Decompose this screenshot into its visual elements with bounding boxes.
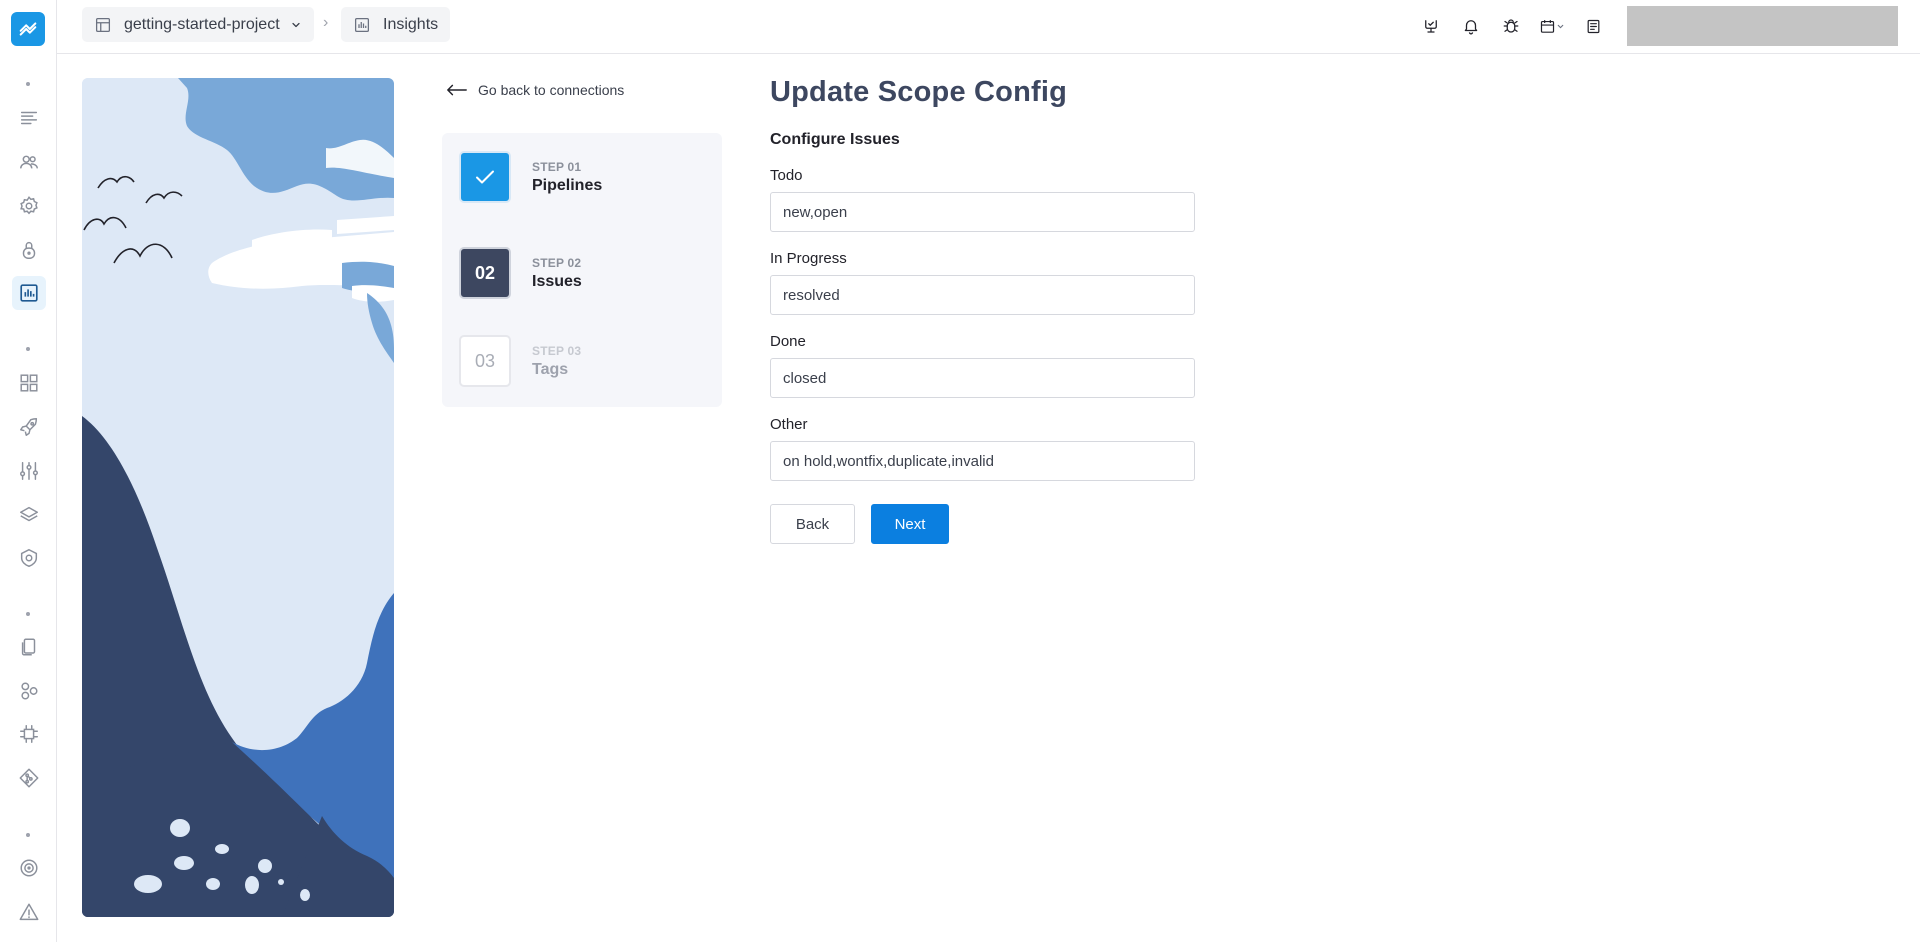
sidebar-item-target[interactable] [12,851,46,885]
sidebar-item-users[interactable] [12,145,46,179]
sidebar-divider-dot [26,833,30,837]
next-button[interactable]: Next [871,504,949,544]
project-icon [95,17,111,32]
gear-icon [20,196,38,215]
sidebar-item-shield[interactable] [12,541,46,575]
bug-icon [1503,19,1519,33]
field-todo: Todo [770,167,1210,232]
sidebar-item-insights[interactable] [12,276,46,310]
section-title: Configure Issues [770,131,900,148]
layers-icon [20,506,38,522]
go-back-label: Go back to connections [478,82,625,98]
shapes-icon [21,682,38,700]
sidebar-item-layers[interactable] [12,498,46,532]
users-icon [20,155,38,169]
notifications-button[interactable] [1459,14,1483,38]
field-label: Todo [770,167,803,184]
illustration [82,78,394,917]
other-input[interactable] [770,441,1195,481]
target-icon [20,859,38,877]
scope-config-form: Update Scope Config Configure Issues Tod… [770,76,1210,544]
sidebar-item-plugins[interactable] [12,717,46,751]
step-box: 03 [459,335,511,387]
document-icon [1587,19,1599,33]
chevron-down-icon [292,22,300,27]
in-progress-input[interactable] [770,275,1195,315]
sidebar-item-shapes[interactable] [12,674,46,708]
arrow-left-icon [447,84,467,96]
field-in-progress: In Progress [770,250,1210,315]
todo-input[interactable] [770,192,1195,232]
step-name: Pipelines [532,176,603,194]
sidebar [0,0,57,942]
step-number: STEP 03 [532,343,582,358]
done-input[interactable] [770,358,1195,398]
git-icon [19,768,39,788]
field-other: Other [770,416,1210,481]
sidebar-item-warning[interactable] [12,895,46,929]
sidebar-item-documents[interactable] [12,630,46,664]
sidebar-item-git[interactable] [12,761,46,795]
field-label: Done [770,333,806,350]
calendar-dropdown[interactable] [1535,14,1569,38]
monitor-icon [1425,20,1437,33]
step-number: STEP 02 [532,255,582,270]
breadcrumb-separator: › [323,14,329,31]
sidebar-divider-dot [26,82,30,86]
sidebar-item-dashboard[interactable] [12,366,46,400]
sidebar-item-settings[interactable] [12,189,46,223]
sliders-icon [20,462,38,480]
user-profile[interactable] [1627,6,1898,46]
sidebar-divider-dot [26,612,30,616]
sidebar-item-list[interactable] [12,101,46,135]
steps-panel: STEP 01 Pipelines 02 STEP 02 Issues 03 S… [442,133,722,407]
field-done: Done [770,333,1210,398]
documents-icon [21,638,36,656]
lock-icon [22,242,36,259]
breadcrumb-project[interactable]: getting-started-project [82,7,314,42]
sidebar-item-sliders[interactable] [12,454,46,488]
step-box: 02 [459,247,511,299]
list-icon [20,111,38,125]
top-bar: getting-started-project › Insights [57,0,1920,54]
step-name: Issues [532,272,582,290]
form-actions: Back Next [770,504,1210,544]
app-logo[interactable] [11,12,45,46]
breadcrumb-insights[interactable]: Insights [341,7,451,42]
back-button[interactable]: Back [770,504,855,544]
field-label: Other [770,416,808,433]
step-name: Tags [532,360,569,378]
docs-button[interactable] [1581,14,1605,38]
sidebar-item-security[interactable] [12,233,46,267]
dashboard-icon [20,374,38,392]
field-label: In Progress [770,250,847,267]
bug-button[interactable] [1499,14,1523,38]
sidebar-item-rocket[interactable] [12,410,46,444]
step-pipelines: STEP 01 Pipelines [459,151,602,203]
chevron-down-icon [1557,24,1564,28]
monitor-button[interactable] [1419,14,1443,38]
step-tags: 03 STEP 03 Tags [459,335,581,387]
shield-icon [20,548,38,568]
step-number: STEP 01 [532,159,582,174]
breadcrumb-project-label: getting-started-project [124,15,280,33]
bell-icon [1464,20,1478,35]
insights-icon [20,284,38,302]
warning-icon [19,903,39,921]
sidebar-divider-dot [26,347,30,351]
check-icon [476,170,494,184]
plugin-icon [20,725,38,743]
logo-icon [19,22,37,36]
calendar-icon [1540,19,1555,33]
rocket-icon [20,418,38,436]
insights-icon [354,17,370,32]
breadcrumb-page-label: Insights [383,15,439,33]
step-issues: 02 STEP 02 Issues [459,247,582,299]
page-title: Update Scope Config [770,76,1068,108]
go-back-link[interactable]: Go back to connections [446,82,624,98]
step-box [459,151,511,203]
